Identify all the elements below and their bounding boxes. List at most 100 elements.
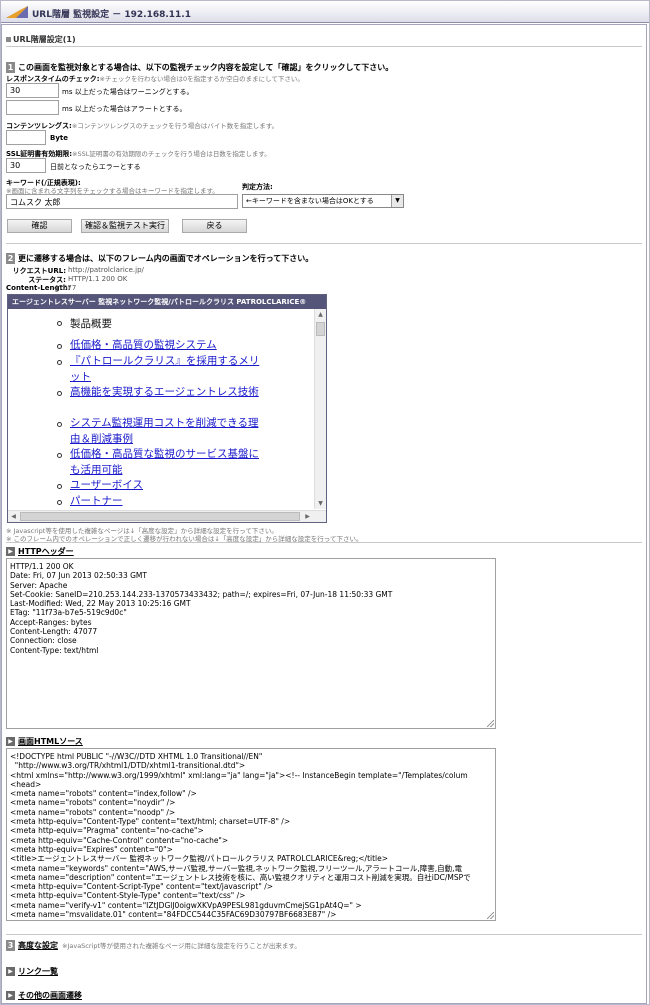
http-header-textarea[interactable]: HTTP/1.1 200 OK Date: Fri, 07 Jun 2013 02… (6, 558, 496, 729)
html-source-section: ▶ 画面HTMLソース (6, 736, 83, 747)
scroll-left-icon[interactable]: ◀ (8, 511, 19, 522)
expand-arrow-icon: ▶ (6, 967, 15, 976)
html-source-line: <head> (10, 779, 42, 789)
scroll-up-icon[interactable]: ▲ (315, 309, 326, 320)
preview-link[interactable]: ユーザーボイス (70, 478, 260, 494)
preview-link[interactable]: システム監視運用コストを削減できる理由＆削減事例 (70, 416, 260, 447)
confirm-test-button[interactable]: 確認＆監視テスト実行 (81, 219, 169, 233)
bullet-icon (57, 500, 62, 505)
response-time-label: レスポンスタイムのチェック: (6, 75, 100, 83)
horizontal-scrollbar[interactable]: ◀ ▶ (8, 510, 326, 522)
http-header-line: ETag: "11f73a-b7e5-519c9d0c" (10, 608, 127, 618)
content-length-input[interactable] (6, 130, 46, 145)
expand-arrow-icon: ▶ (6, 547, 15, 556)
preview-link[interactable]: 低価格・高品質の監視システム (70, 338, 260, 354)
bullet-icon (57, 484, 62, 489)
alert-ms-input[interactable] (6, 100, 59, 115)
divider (6, 934, 642, 935)
ssl-expiry-note: ※SSL証明書の有効期限のチェックを行う場合は日数を指定します。 (72, 150, 271, 158)
other-transition-link[interactable]: その他の画面遷移 (18, 991, 82, 1000)
links-list-link[interactable]: リンク一覧 (18, 967, 58, 976)
other-transition-row: ▶ その他の画面遷移 (6, 990, 82, 1001)
judge-method-select[interactable]: ←キーワードを含まない場合はOKとする ▼ (242, 194, 404, 208)
scroll-right-icon[interactable]: ▶ (302, 511, 313, 522)
content-length-unit: Byte (50, 134, 68, 142)
step1-number: 1 (6, 62, 15, 73)
http-header-section: ▶ HTTPヘッダー (6, 546, 74, 557)
bullet-icon (57, 391, 62, 396)
http-header-line: Last-Modified: Wed, 22 May 2013 10:25:16… (10, 599, 191, 609)
scroll-thumb[interactable] (316, 322, 325, 336)
resize-handle-icon[interactable] (487, 912, 494, 919)
html-source-line: <link href="css/import.css" media="all" … (10, 919, 492, 920)
content-label-row: コンテンツレングス:※コンテンツレングスのチェックを行う場合はバイト数を指定しま… (6, 120, 278, 131)
preview-frame[interactable]: エージェントレスサーバー 監視ネットワーク監視/パトロールクラリス PATROL… (7, 294, 327, 523)
html-source-line: <meta http-equiv="Content-Style-Type" co… (10, 891, 246, 901)
html-source-line: <meta name="msvalidate.01" content="84FD… (10, 910, 337, 920)
preview-link[interactable]: 高機能を実現するエージェントレス技術 (70, 385, 260, 401)
html-source-line: <meta http-equiv="Pragma" content="no-ca… (10, 826, 204, 836)
content-length-info-label: Content-Length: (6, 284, 71, 292)
ssl-days-input[interactable]: 30 (6, 158, 46, 173)
step2-number: 2 (6, 253, 15, 264)
preview-link[interactable]: 低価格・高品質な監視のサービス基盤にも活用可能 (70, 447, 260, 478)
chevron-down-icon: ▼ (391, 195, 403, 207)
html-source-line: <meta http-equiv="Expires" content="0"> (10, 844, 173, 854)
html-source-line: <meta name="robots" content="noodp" /> (10, 807, 176, 817)
preview-link[interactable]: パートナー (70, 494, 260, 509)
content-length-note: ※コンテンツレングスのチェックを行う場合はバイト数を指定します。 (71, 122, 279, 130)
advanced-settings-note: ※JavaScript等が使用された複雑なページ用に詳細な設定を行うことが出来ま… (62, 942, 301, 950)
html-source-line: <meta http-equiv="Content-Type" content=… (10, 817, 291, 827)
advanced-settings-link[interactable]: 高度な設定 (18, 941, 58, 950)
scroll-down-icon[interactable]: ▼ (315, 498, 326, 509)
html-source-line: "http://www.w3.org/TR/xhtml1/DTD/xhtml1-… (10, 761, 246, 771)
ssl-expiry-label: SSL証明書有効期限: (6, 150, 73, 158)
judge-method-label: 判定方法: (242, 183, 273, 191)
expand-arrow-icon: ▶ (6, 737, 15, 746)
alert-unit: ms 以上だった場合はアラートとする。 (62, 105, 187, 113)
html-source-line: <meta name="keywords" content="AWS,サーバ監視… (10, 863, 463, 873)
confirm-button[interactable]: 確認 (7, 219, 72, 233)
scroll-thumb[interactable] (20, 512, 300, 521)
links-list-row: ▶ リンク一覧 (6, 966, 58, 977)
back-button[interactable]: 戻る (182, 219, 247, 233)
divider (6, 243, 642, 244)
http-header-line: Content-Length: 47077 (10, 627, 98, 637)
ssl-days-unit: 日前となったらエラーとする (50, 163, 141, 171)
request-url-value: http://patrolclarice.jp/ (68, 266, 144, 274)
pane-title-text: URL階層設定(1) (13, 35, 76, 44)
vertical-scrollbar[interactable]: ▲ ▼ (314, 309, 326, 509)
html-source-title[interactable]: 画面HTMLソース (18, 737, 83, 746)
http-header-line: HTTP/1.1 200 OK (10, 562, 74, 571)
warning-ms-input[interactable]: 30 (6, 83, 59, 98)
http-header-title[interactable]: HTTPヘッダー (18, 547, 74, 556)
window-title: URL階層 監視設定 － 192.168.11.1 (32, 10, 191, 20)
http-header-line: Date: Fri, 07 Jun 2013 02:50:33 GMT (10, 571, 147, 581)
bullet-icon (57, 321, 62, 326)
step2-heading-text: 更に遷移する場合は、以下のフレーム内の画面でオペレーションを行って下さい。 (18, 254, 314, 263)
html-source-line: <meta name="robots" content="index,follo… (10, 789, 197, 799)
keyword-input[interactable]: コムスク 太郎 (6, 194, 238, 209)
html-source-line: <!DOCTYPE html PUBLIC "-//W3C//DTD XHTML… (10, 752, 263, 761)
divider (6, 542, 642, 543)
html-source-line: <title>エージェントレスサーバー 監視ネットワーク監視/パトロールクラリス… (10, 854, 389, 864)
list-item-product-overview: 製品概要 (70, 318, 112, 330)
pane-title: URL階層設定(1) (6, 34, 76, 45)
bullet-icon (57, 453, 62, 458)
html-source-line: <meta name="description" content="エージェント… (10, 872, 471, 882)
http-header-line: Server: Apache (10, 580, 68, 590)
preview-link[interactable]: 『パトロールクラリス』を採用するメリット (70, 354, 260, 385)
html-source-line: <meta name="verify-v1" content="IZtJDGlJ… (10, 900, 362, 910)
content-length-info-value: 47077 (54, 284, 77, 292)
status-value: HTTP/1.1 200 OK (68, 275, 128, 283)
bullet-icon (57, 344, 62, 349)
bullet-icon (6, 37, 11, 42)
resize-handle-icon[interactable] (487, 720, 494, 727)
bullet-icon (57, 422, 62, 427)
html-source-textarea[interactable]: <!DOCTYPE html PUBLIC "-//W3C//DTD XHTML… (6, 748, 496, 921)
html-source-line: <meta name="robots" content="noydir" /> (10, 798, 176, 808)
warning-unit: ms 以上だった場合はワーニングとする。 (62, 88, 194, 96)
html-source-line: <meta http-equiv="Cache-Control" content… (10, 835, 229, 845)
http-header-line: Content-Type: text/html (10, 645, 99, 655)
preview-frame-title: エージェントレスサーバー 監視ネットワーク監視/パトロールクラリス PATROL… (8, 295, 326, 309)
